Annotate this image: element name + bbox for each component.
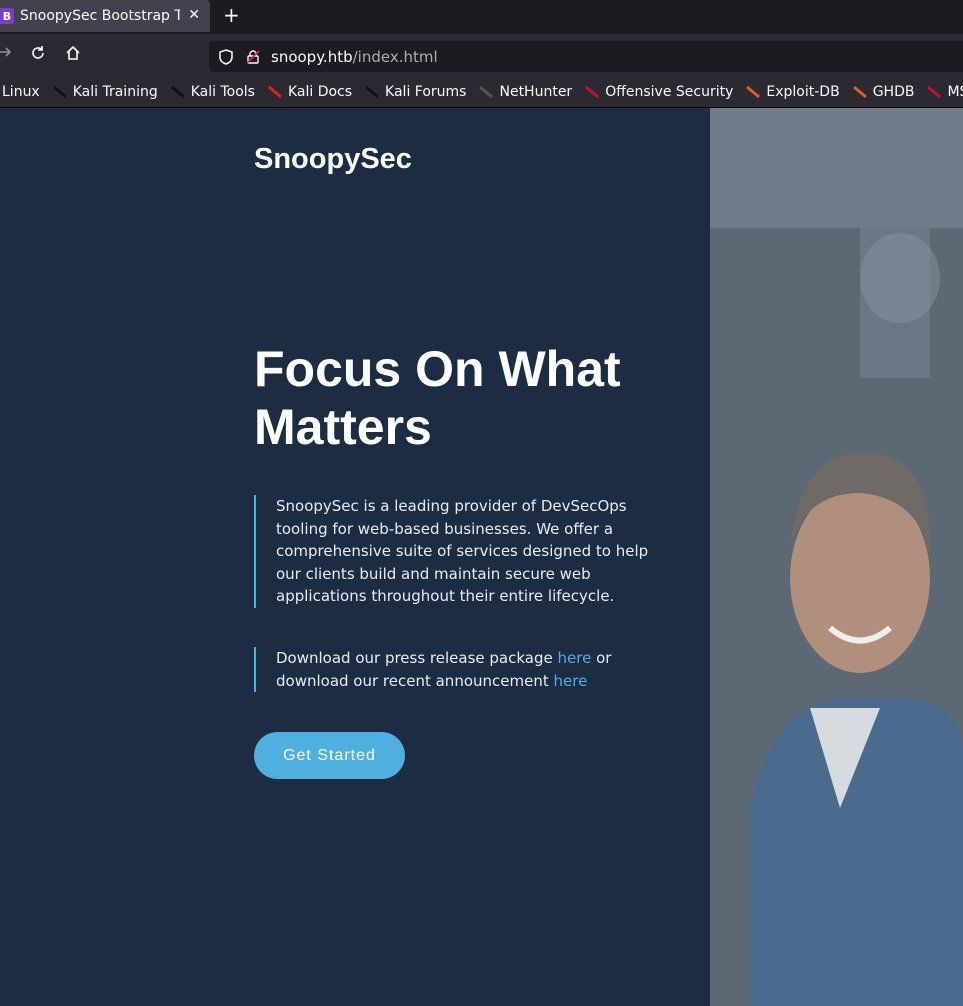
home-icon[interactable]	[62, 44, 84, 66]
intro-paragraph: SnoopySec is a leading provider of DevSe…	[254, 495, 674, 608]
reload-icon[interactable]	[27, 44, 49, 66]
active-tab[interactable]: B SnoopySec Bootstrap Template ✕	[0, 0, 210, 32]
bookmark-item[interactable]: Linux	[2, 84, 40, 100]
get-started-button[interactable]: Get Started	[254, 732, 405, 779]
tab-bar: B SnoopySec Bootstrap Template ✕ +	[0, 0, 963, 34]
insecure-lock-icon[interactable]	[245, 49, 261, 65]
close-tab-icon[interactable]: ✕	[188, 7, 200, 23]
download-text-prefix: Download our press release package	[276, 649, 558, 667]
bookmark-label: Kali Tools	[190, 83, 255, 100]
kali-docs-icon	[267, 84, 283, 100]
url-host: snoopy.htb	[271, 47, 353, 66]
bookmark-label: Exploit-DB	[766, 83, 840, 100]
hero-headline: Focus On What Matters	[254, 341, 621, 455]
shield-icon[interactable]	[217, 48, 235, 66]
kali-dragon-icon	[52, 84, 68, 100]
announcement-link[interactable]: here	[554, 672, 588, 690]
bookmark-label: Kali Forums	[385, 83, 467, 100]
bookmark-item[interactable]: Exploit-DB	[745, 83, 840, 100]
bookmark-label: GHDB	[872, 83, 915, 100]
bookmark-label: Kali Docs	[287, 83, 353, 100]
download-paragraph: Download our press release package here …	[254, 647, 674, 692]
bookmark-item[interactable]: Offensive Security	[584, 84, 733, 100]
bookmarks-toolbar: Linux Kali Training Kali Tools Kali Docs Kal…	[0, 76, 963, 108]
page-content: SnoopySec Focus On What Matters SnoopySe…	[0, 108, 963, 1006]
nethunter-icon	[478, 84, 494, 100]
exploitdb-icon	[852, 84, 868, 100]
hero-photo	[710, 108, 963, 1006]
tab-title: SnoopySec Bootstrap Template	[20, 8, 180, 24]
exploitdb-icon	[745, 84, 761, 100]
kali-dragon-icon	[170, 84, 186, 100]
new-tab-icon[interactable]: +	[223, 3, 240, 27]
bookmark-item[interactable]: NetHunter	[478, 84, 572, 100]
bookmark-item[interactable]: Kali Forums	[364, 84, 466, 100]
kali-dragon-icon	[364, 84, 380, 100]
press-release-link[interactable]: here	[558, 649, 592, 667]
brand-logo[interactable]: SnoopySec	[254, 143, 412, 176]
url-path: /index.html	[352, 47, 438, 66]
bookmark-item[interactable]: Kali Training	[52, 84, 158, 100]
offsec-icon	[926, 84, 942, 100]
bookmark-item[interactable]: MSFU	[926, 84, 963, 100]
bookmark-label: Kali Training	[72, 83, 158, 100]
offsec-icon	[584, 84, 600, 100]
bookmark-label: NetHunter	[499, 83, 573, 100]
forward-icon[interactable]	[0, 44, 16, 66]
bookmark-item[interactable]: GHDB	[852, 83, 915, 100]
bookmark-item[interactable]: Kali Docs	[267, 84, 352, 100]
url-bar[interactable]: snoopy.htb/index.html	[209, 41, 963, 72]
bootstrap-favicon-icon: B	[0, 8, 14, 24]
bookmark-label: Linux	[2, 83, 40, 100]
bookmark-label: MSFU	[947, 83, 963, 100]
url-text[interactable]: snoopy.htb/index.html	[271, 48, 438, 66]
bookmark-item[interactable]: Kali Tools	[170, 84, 255, 100]
bookmark-label: Offensive Security	[605, 83, 734, 100]
